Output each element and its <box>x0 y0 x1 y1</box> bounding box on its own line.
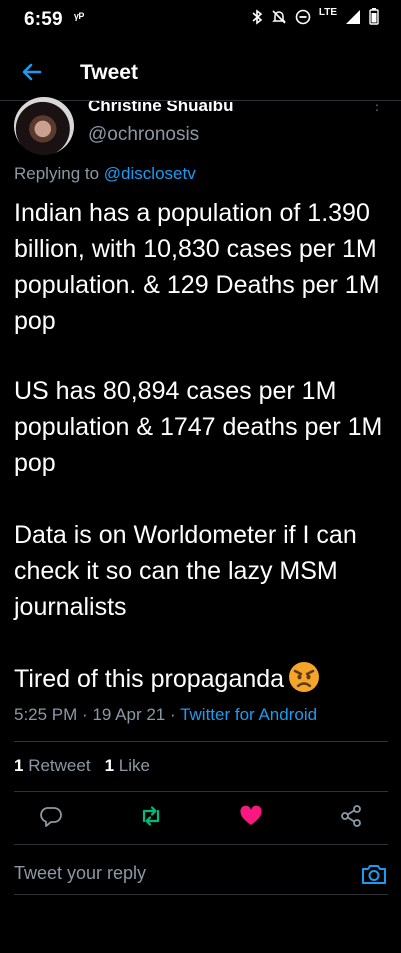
replying-to: Replying to @disclosetv <box>14 164 196 184</box>
retweets-label: Retweet <box>28 756 91 775</box>
divider <box>14 791 388 792</box>
status-time: 6:59 <box>24 9 63 30</box>
mute-icon <box>272 9 286 24</box>
signal-icon <box>346 9 360 24</box>
bluetooth-icon <box>252 8 263 25</box>
share-button[interactable] <box>338 803 364 829</box>
tweet-source-link[interactable]: Twitter for Android <box>180 705 317 724</box>
tweet-date: 19 Apr 21 <box>92 705 166 724</box>
divider <box>14 894 388 895</box>
share-icon <box>341 805 361 827</box>
more-options-icon[interactable]: · · <box>372 97 382 116</box>
divider <box>14 844 388 845</box>
retweet-icon <box>142 806 160 826</box>
likes-label: Like <box>118 756 150 775</box>
reply-button[interactable] <box>38 803 64 829</box>
retweets-count: 1 <box>14 756 24 775</box>
tweet-meta: 5:25 PM · 19 Apr 21 · Twitter for Androi… <box>14 705 317 725</box>
replying-prefix: Replying to <box>14 164 100 183</box>
tweet-paragraph: Data is on Worldometer if I can check it… <box>14 521 357 621</box>
divider <box>14 741 388 742</box>
likes-count: 1 <box>104 756 115 775</box>
replying-mention-link[interactable]: @disclosetv <box>104 164 196 183</box>
author-handle[interactable]: @ochronosis <box>88 124 199 146</box>
meta-separator: · <box>169 705 176 724</box>
tweet-time: 5:25 PM <box>14 705 78 724</box>
network-type: LTE <box>318 7 337 18</box>
page-title: Tweet <box>80 61 138 84</box>
author-name[interactable]: Christine Shuaibu <box>88 101 233 116</box>
reply-input[interactable]: Tweet your reply <box>14 863 146 884</box>
camera-icon <box>362 865 386 884</box>
camera-button[interactable] <box>360 860 388 888</box>
tweet-paragraph: US has 80,894 cases per 1M population & … <box>14 377 383 477</box>
retweets-stat[interactable]: 1 Retweet <box>14 756 91 775</box>
like-button[interactable] <box>238 803 264 829</box>
back-button[interactable] <box>18 58 46 86</box>
status-icons: LTE <box>251 7 379 25</box>
meta-separator: · <box>82 705 88 724</box>
retweet-button[interactable] <box>138 803 164 829</box>
avatar[interactable] <box>14 97 74 155</box>
status-bar: 6:59 ᵞᴾ LTE <box>0 0 401 44</box>
do-not-disturb-icon <box>295 9 311 24</box>
tweet-stats: 1 Retweet 1 Like <box>14 756 150 776</box>
arrow-left-icon <box>22 63 42 81</box>
likes-stat[interactable]: 1 Like <box>105 756 150 775</box>
notification-icon: ᵞᴾ <box>74 10 85 25</box>
tweet-paragraph-last: Tired of this propaganda <box>14 661 394 697</box>
top-app-bar: Tweet <box>0 50 401 96</box>
comment-icon <box>40 807 62 827</box>
tweet-paragraph: Tired of this propaganda <box>14 665 285 693</box>
tweet-actions <box>0 803 401 833</box>
battery-icon <box>369 8 379 25</box>
heart-icon <box>240 805 262 825</box>
tweet-paragraph: Indian has a population of 1.390 billion… <box>14 199 380 335</box>
angry-face-icon <box>289 662 320 692</box>
